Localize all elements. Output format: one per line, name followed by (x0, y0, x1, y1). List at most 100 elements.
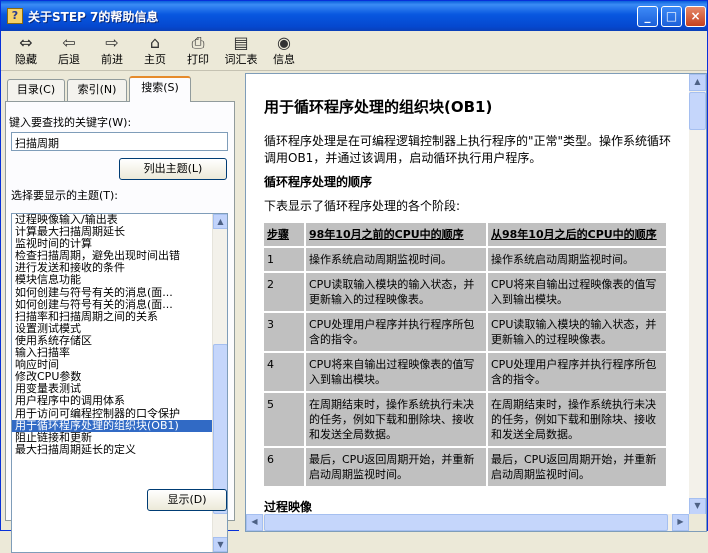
display-button[interactable]: 显示(D) (147, 489, 227, 511)
table-cell: 操作系统启动周期监视时间。 (488, 248, 666, 271)
list-item[interactable]: 如何创建与符号有关的消息(面... (12, 299, 227, 311)
table-cell: 最后，CPU返回周期开始，并重新启动周期监视时间。 (488, 448, 666, 486)
table-cell: 最后，CPU返回周期开始，并重新启动周期监视时间。 (306, 448, 486, 486)
table-row: 1 操作系统启动周期监视时间。 操作系统启动周期监视时间。 (264, 248, 666, 271)
table-row: 5 在周期结束时，操作系统执行未决的任务，例如下载和删除块、接收和发送全局数据。… (264, 393, 666, 446)
navigation-pane: 目录(C) 索引(N) 搜索(S) 键入要查找的关键字(W): 扫描周期 列出主… (1, 73, 239, 553)
glossary-label: 词汇表 (224, 53, 258, 66)
table-cell: CPU处理用户程序并执行程序所包含的指令。 (488, 353, 666, 391)
table-intro: 下表显示了循环程序处理的各个阶段: (264, 199, 461, 213)
hide-label: 隐藏 (15, 53, 37, 66)
table-cell: 操作系统启动周期监视时间。 (306, 248, 486, 271)
minimize-button[interactable]: _ (637, 6, 658, 27)
next-section-title: 过程映像 (264, 500, 313, 514)
scroll-up-icon[interactable]: ▲ (213, 214, 227, 229)
table-row: 2 CPU读取输入模块的输入状态，并更新输入的过程映像表。 CPU将来自输出过程… (264, 273, 666, 311)
scroll-thumb[interactable] (264, 514, 668, 531)
table-cell: CPU处理用户程序并执行程序所包含的指令。 (306, 313, 486, 351)
list-item[interactable]: 过程映像输入/输出表 (12, 214, 227, 226)
select-topic-label: 选择要显示的主题(T): (11, 189, 119, 202)
table-row: 6 最后，CPU返回周期开始，并重新启动周期监视时间。 最后，CPU返回周期开始… (264, 448, 666, 486)
scroll-down-icon[interactable]: ▼ (689, 498, 706, 515)
close-button[interactable]: × (685, 6, 706, 27)
list-item[interactable]: 检查扫描周期，避免出现时间出错 (12, 250, 227, 262)
scroll-right-icon[interactable]: ▶ (672, 514, 689, 531)
article: 用于循环程序处理的组织块(OB1) 循环程序处理是在可编程逻辑控制器上执行程序的… (264, 96, 672, 523)
forward-arrow-icon: ⇨ (105, 33, 119, 52)
table-cell: 4 (264, 353, 304, 391)
back-button[interactable]: ⇦ 后退 (49, 33, 89, 69)
tab-index[interactable]: 索引(N) (67, 79, 127, 101)
table-cell: 6 (264, 448, 304, 486)
table-cell: 5 (264, 393, 304, 446)
table-cell: 在周期结束时，操作系统执行未决的任务，例如下载和删除块、接收和发送全局数据。 (306, 393, 486, 446)
back-label: 后退 (58, 53, 80, 66)
table-cell: 3 (264, 313, 304, 351)
list-item[interactable]: 扫描率和扫描周期之间的关系 (12, 311, 227, 323)
list-item-selected[interactable]: 用于循环程序处理的组织块(OB1) (12, 419, 227, 432)
content-horizontal-scrollbar[interactable]: ◀ ▶ (246, 514, 689, 531)
list-item[interactable]: 设置测试模式 (12, 323, 227, 335)
list-item[interactable]: 用变量表测试 (12, 383, 227, 395)
list-item[interactable]: 监视时间的计算 (12, 238, 227, 250)
table-header-row: 步骤 98年10月之前的CPU中的顺序 从98年10月之后的CPU中的顺序 (264, 223, 666, 246)
scroll-thumb[interactable] (689, 92, 706, 130)
info-button[interactable]: ◉ 信息 (264, 33, 304, 69)
list-item[interactable]: 模块信息功能 (12, 274, 227, 286)
content-pane: 用于循环程序处理的组织块(OB1) 循环程序处理是在可编程逻辑控制器上执行程序的… (245, 73, 707, 532)
back-arrow-icon: ⇦ (62, 33, 76, 52)
table-row: 3 CPU处理用户程序并执行程序所包含的指令。 CPU读取输入模块的输入状态，并… (264, 313, 666, 351)
list-item[interactable]: 用于访问可编程控制器的口令保护 (12, 408, 227, 420)
help-window: ? 关于STEP 7的帮助信息 _ □ × ⇔ 隐藏 ⇦ 后退 ⇨ 前进 ⌂ 主页 ⎙ 打… (0, 0, 708, 553)
table-cell: 2 (264, 273, 304, 311)
scroll-down-icon[interactable]: ▼ (213, 537, 227, 552)
list-item[interactable]: 用户程序中的调用体系 (12, 395, 227, 407)
tab-search[interactable]: 搜索(S) (129, 76, 191, 102)
title-bar[interactable]: ? 关于STEP 7的帮助信息 _ □ × (1, 1, 707, 31)
forward-button[interactable]: ⇨ 前进 (92, 33, 132, 69)
home-label: 主页 (144, 53, 166, 66)
list-item[interactable]: 阻止链接和更新 (12, 432, 227, 444)
info-icon: ◉ (277, 33, 291, 52)
forward-label: 前进 (101, 53, 123, 66)
list-item[interactable]: 输入扫描率 (12, 347, 227, 359)
keyword-input[interactable]: 扫描周期 (11, 132, 228, 151)
list-item[interactable]: 如何创建与符号有关的消息(面... (12, 287, 227, 299)
print-label: 打印 (187, 53, 209, 66)
glossary-icon: ▤ (233, 33, 249, 52)
list-item[interactable]: 响应时间 (12, 359, 227, 371)
table-cell: 1 (264, 248, 304, 271)
list-item[interactable]: 修改CPU参数 (12, 371, 227, 383)
home-button[interactable]: ⌂ 主页 (135, 33, 175, 69)
article-title: 用于循环程序处理的组织块(OB1) (264, 98, 493, 116)
article-intro: 循环程序处理是在可编程逻辑控制器上执行程序的"正常"类型。操作系统循环调用OB1… (264, 134, 672, 165)
table-header: 98年10月之前的CPU中的顺序 (306, 223, 486, 246)
print-button[interactable]: ⎙ 打印 (178, 33, 218, 69)
hide-button[interactable]: ⇔ 隐藏 (6, 33, 46, 69)
home-icon: ⌂ (149, 33, 161, 52)
table-row: 4 CPU将来自输出过程映像表的值写入到输出模块。 CPU处理用户程序并执行程序… (264, 353, 666, 391)
table-cell: CPU读取输入模块的输入状态，并更新输入的过程映像表。 (306, 273, 486, 311)
list-topics-button[interactable]: 列出主题(L) (119, 158, 227, 180)
list-item[interactable]: 进行发送和接收的条件 (12, 262, 227, 274)
table-cell: CPU读取输入模块的输入状态，并更新输入的过程映像表。 (488, 313, 666, 351)
scrollbar-corner (689, 514, 706, 531)
info-label: 信息 (273, 53, 295, 66)
list-item[interactable]: 计算最大扫描周期延长 (12, 226, 227, 238)
scroll-left-icon[interactable]: ◀ (246, 514, 263, 531)
phase-table: 步骤 98年10月之前的CPU中的顺序 从98年10月之后的CPU中的顺序 1 … (262, 221, 668, 488)
list-item[interactable]: 最大扫描周期延长的定义 (12, 444, 227, 456)
content-vertical-scrollbar[interactable]: ▲ ▼ (689, 74, 706, 515)
section-title: 循环程序处理的顺序 (264, 175, 373, 189)
hide-icon: ⇔ (19, 33, 33, 52)
table-header: 从98年10月之后的CPU中的顺序 (488, 223, 666, 246)
window-title: 关于STEP 7的帮助信息 (28, 10, 159, 24)
table-header: 步骤 (264, 223, 304, 246)
maximize-button[interactable]: □ (661, 6, 682, 27)
table-cell: 在周期结束时，操作系统执行未决的任务，例如下载和删除块、接收和发送全局数据。 (488, 393, 666, 446)
scroll-up-icon[interactable]: ▲ (689, 74, 706, 91)
list-item[interactable]: 使用系统存储区 (12, 335, 227, 347)
tab-contents[interactable]: 目录(C) (7, 79, 65, 101)
glossary-button[interactable]: ▤ 词汇表 (221, 33, 261, 69)
keyword-label: 键入要查找的关键字(W): (9, 116, 132, 129)
